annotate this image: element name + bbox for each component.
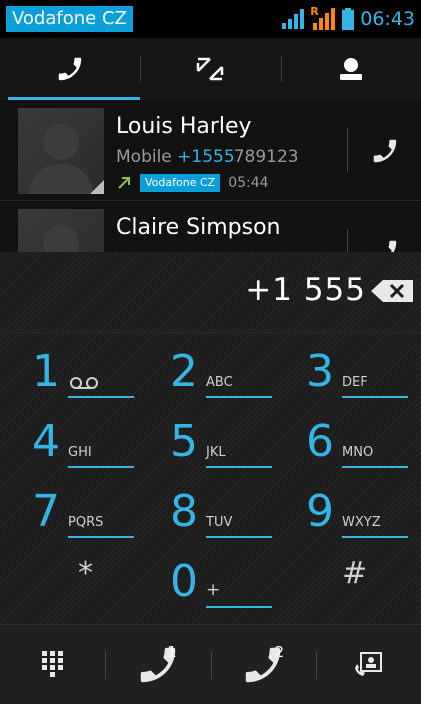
outgoing-call-arrow-icon bbox=[118, 177, 130, 189]
tab-bar bbox=[0, 38, 421, 102]
key-underline bbox=[68, 466, 134, 468]
call-log-tab-icon bbox=[197, 57, 224, 81]
battery-icon bbox=[342, 8, 355, 30]
dialpad-key-star[interactable]: * bbox=[32, 544, 162, 614]
roaming-label: R bbox=[310, 5, 319, 18]
add-to-contacts-button[interactable] bbox=[315, 625, 421, 704]
tab-contacts[interactable] bbox=[280, 38, 421, 100]
key-digit: 6 bbox=[306, 416, 334, 467]
key-underline bbox=[206, 466, 272, 468]
status-icons: R 06:43 bbox=[282, 4, 415, 34]
key-underline bbox=[206, 536, 272, 538]
divider bbox=[347, 128, 348, 172]
key-letters: WXYZ bbox=[342, 515, 381, 530]
key-digit: 9 bbox=[306, 486, 334, 537]
call-sim1-button[interactable]: 1 bbox=[105, 625, 210, 704]
status-time: 06:43 bbox=[360, 8, 415, 30]
contact-card-icon bbox=[355, 652, 383, 676]
dialpad-key-2[interactable]: 2 ABC bbox=[170, 334, 300, 404]
number-rest: 789123 bbox=[233, 147, 299, 167]
contacts-tab-icon bbox=[339, 58, 362, 80]
key-letters: TUV bbox=[206, 515, 233, 530]
dialpad-icon bbox=[41, 651, 63, 677]
number-type: Mobile bbox=[116, 147, 172, 167]
dialpad-key-5[interactable]: 5 JKL bbox=[170, 404, 300, 474]
dialpad-key-1[interactable]: 1 bbox=[32, 334, 162, 404]
dialpad-key-7[interactable]: 7 PQRS bbox=[32, 474, 162, 544]
dialpad-key-8[interactable]: 8 TUV bbox=[170, 474, 300, 544]
dialer-action-bar: 1 2 bbox=[0, 624, 421, 704]
key-digit: 1 bbox=[32, 346, 60, 397]
key-digit: 3 bbox=[306, 346, 334, 397]
contact-number: Mobile +1555789123 bbox=[116, 147, 299, 167]
backspace-icon bbox=[371, 280, 413, 302]
dialpad-area: +1 555 1 2 ABC 3 DEF 4 GHI 5 JKL 6 MNO 7… bbox=[0, 252, 421, 624]
tab-phone[interactable] bbox=[0, 38, 141, 102]
key-underline bbox=[206, 396, 272, 398]
digits-field[interactable]: +1 555 bbox=[0, 252, 421, 333]
quick-contact-corner bbox=[90, 180, 104, 194]
key-underline bbox=[342, 466, 408, 468]
key-letters: + bbox=[206, 580, 221, 600]
key-digit: 8 bbox=[170, 486, 198, 537]
key-underline bbox=[68, 396, 134, 398]
sim1-label: 1 bbox=[167, 643, 177, 661]
contact-photo[interactable] bbox=[18, 108, 104, 194]
number-match: +1555 bbox=[177, 147, 235, 167]
status-bar: Vodafone CZ R 06:43 bbox=[0, 0, 421, 38]
carrier-badge: Vodafone CZ bbox=[6, 6, 133, 32]
key-digit: 0 bbox=[170, 556, 198, 607]
default-avatar-icon bbox=[43, 225, 79, 252]
call-button[interactable] bbox=[360, 227, 410, 252]
toggle-dialpad-button[interactable] bbox=[0, 625, 105, 704]
roaming-signal-icon: R bbox=[310, 5, 336, 30]
dialpad-key-9[interactable]: 9 WXYZ bbox=[306, 474, 421, 544]
call-meta: Vodafone CZ 05:44 bbox=[116, 174, 269, 192]
key-letters: ABC bbox=[206, 375, 233, 390]
signal-icon bbox=[282, 9, 305, 29]
key-underline bbox=[342, 536, 408, 538]
sim2-label: 2 bbox=[274, 643, 285, 661]
key-underline bbox=[206, 606, 272, 608]
key-letters: GHI bbox=[68, 445, 92, 460]
backspace-button[interactable] bbox=[371, 280, 413, 306]
key-digit: 7 bbox=[32, 486, 60, 537]
call-time: 05:44 bbox=[228, 175, 269, 191]
phone-icon bbox=[373, 139, 397, 163]
key-letters: PQRS bbox=[68, 515, 104, 530]
key-letters: DEF bbox=[342, 375, 368, 390]
call-log-item[interactable]: Claire Simpson bbox=[0, 201, 421, 252]
dialed-digits[interactable]: +1 555 bbox=[245, 272, 366, 308]
call-log-item[interactable]: Louis Harley Mobile +1555789123 Vodafone… bbox=[0, 100, 421, 201]
contact-name: Claire Simpson bbox=[116, 215, 281, 240]
key-digit: 2 bbox=[170, 346, 198, 397]
network-badge: Vodafone CZ bbox=[140, 174, 221, 192]
voicemail-icon bbox=[70, 377, 98, 389]
dialpad-key-4[interactable]: 4 GHI bbox=[32, 404, 162, 474]
key-letters: MNO bbox=[342, 445, 374, 460]
key-underline bbox=[342, 396, 408, 398]
divider bbox=[347, 229, 348, 252]
phone-tab-icon bbox=[58, 57, 82, 81]
key-underline bbox=[68, 536, 134, 538]
call-sim2-button[interactable]: 2 bbox=[210, 625, 316, 704]
key-digit: * bbox=[78, 556, 93, 591]
tab-call-log[interactable] bbox=[140, 38, 280, 100]
call-button[interactable] bbox=[360, 126, 410, 176]
phone-icon bbox=[388, 240, 397, 252]
dialpad-key-6[interactable]: 6 MNO bbox=[306, 404, 421, 474]
dialpad-key-0[interactable]: 0 + bbox=[170, 544, 300, 614]
key-digit: 4 bbox=[32, 416, 60, 467]
contact-name: Louis Harley bbox=[116, 114, 252, 139]
key-digit: 5 bbox=[170, 416, 198, 467]
call-log-list: Louis Harley Mobile +1555789123 Vodafone… bbox=[0, 100, 421, 252]
key-digit: # bbox=[342, 556, 368, 591]
phone-dialer-screen: Vodafone CZ R 06:43 Louis Harley Mobile … bbox=[0, 0, 421, 704]
key-letters: JKL bbox=[206, 445, 226, 460]
contact-photo[interactable] bbox=[18, 209, 104, 252]
dialpad-key-hash[interactable]: # bbox=[306, 544, 421, 614]
dialpad-key-3[interactable]: 3 DEF bbox=[306, 334, 421, 404]
